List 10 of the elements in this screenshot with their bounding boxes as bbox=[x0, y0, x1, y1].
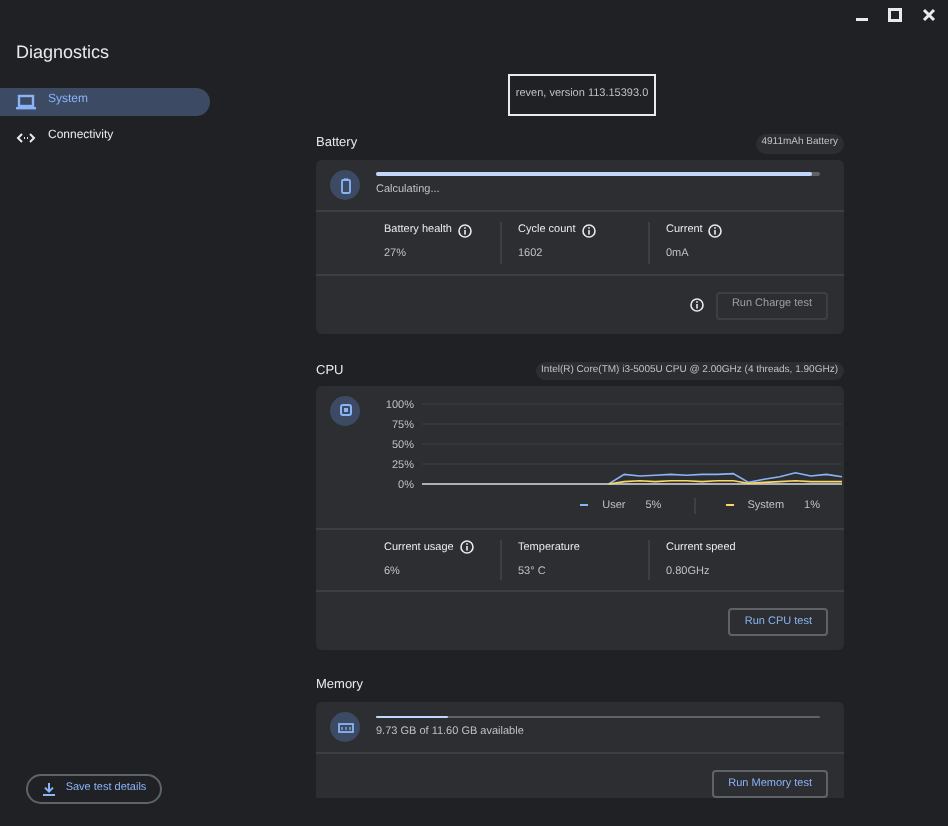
maximize-icon[interactable] bbox=[888, 8, 902, 22]
app-title: Diagnostics bbox=[14, 40, 112, 66]
code-arrows-icon bbox=[16, 129, 36, 145]
memory-chip-icon bbox=[337, 719, 353, 736]
download-icon bbox=[41, 782, 56, 796]
close-icon[interactable] bbox=[922, 8, 936, 22]
laptop-icon bbox=[16, 93, 36, 109]
info-icon bbox=[689, 298, 704, 312]
processor-icon bbox=[337, 402, 353, 418]
battery-icon bbox=[337, 177, 353, 193]
